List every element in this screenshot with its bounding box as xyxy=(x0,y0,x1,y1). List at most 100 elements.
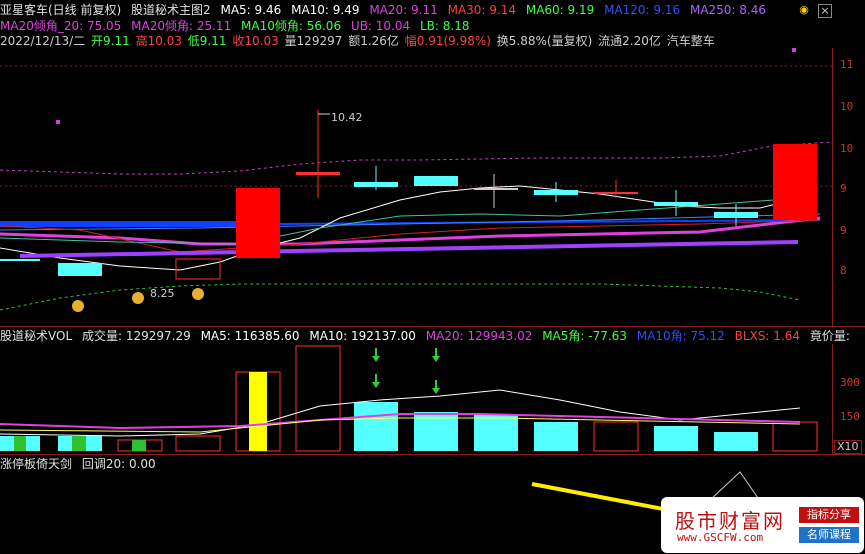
volume-bar xyxy=(354,402,398,451)
candle xyxy=(773,144,817,220)
quote-sector[interactable]: 汽车整车 xyxy=(667,34,715,48)
quote-date: 2022/12/13/二 xyxy=(0,34,86,48)
ma30-value: MA30: 9.14 xyxy=(447,3,517,17)
volume-bar xyxy=(714,432,758,451)
secondary-header: MA20倾角_20: 75.05 MA20倾角: 25.11 MA10倾角: 5… xyxy=(0,18,475,34)
volume-axis-line xyxy=(832,344,833,454)
main-header: 亚星客车(日线 前复权) 股道秘术主图2 MA5: 9.46 MA10: 9.4… xyxy=(0,2,772,18)
volume-header: 股道秘术VOL 成交量: 129297.29 MA5: 116385.60 MA… xyxy=(0,328,856,344)
down-arrow-icon xyxy=(432,380,440,394)
panel-divider xyxy=(0,326,865,327)
marker-dot xyxy=(56,120,60,124)
price-tick: 8 xyxy=(840,264,847,277)
volume-unit: X10 xyxy=(834,440,862,454)
lb-value: LB: 8.18 xyxy=(419,19,470,33)
settings-icon[interactable]: ◉ xyxy=(798,4,810,16)
ma20-value: MA20: 9.11 xyxy=(369,3,438,17)
vol-ma5: MA5: 116385.60 xyxy=(200,329,300,343)
vol-ma20-line xyxy=(0,413,801,430)
price-tick: 10 xyxy=(840,142,854,155)
volume-value: 成交量: 129297.29 xyxy=(81,329,191,343)
low-label: 8.25 xyxy=(150,287,175,300)
candle xyxy=(296,172,340,175)
candle xyxy=(58,263,102,276)
volume-bar xyxy=(474,414,518,451)
quote-open: 开9.11 xyxy=(91,34,130,48)
volume-panel-name[interactable]: 股道秘术VOL xyxy=(0,329,72,343)
quote-amount: 额1.26亿 xyxy=(348,34,399,48)
money-bag-icon xyxy=(192,288,204,300)
ub-value: UB: 10.04 xyxy=(350,19,411,33)
watermark: 股市财富网 www.GSCFW.com 指标分享 名师课程 xyxy=(661,497,864,553)
ma250-value: MA250: 8.46 xyxy=(689,3,767,17)
marker-dot xyxy=(792,48,796,52)
candle xyxy=(594,192,638,194)
watermark-tag: 名师课程 xyxy=(799,527,859,543)
volume-bar xyxy=(534,422,578,451)
quote-change: 幅0.91(9.98%) xyxy=(404,34,491,48)
volume-bar-inner xyxy=(14,436,26,451)
ma10-angle: MA10倾角: 56.06 xyxy=(241,19,342,33)
quote-row: 2022/12/13/二 开9.11 高10.03 低9.11 收10.03 量… xyxy=(0,33,721,49)
volume-bar xyxy=(175,435,221,452)
candle xyxy=(534,190,578,195)
price-tick: 11 xyxy=(840,58,854,71)
close-panel-icon[interactable]: × xyxy=(818,4,832,18)
candle xyxy=(714,212,758,218)
candle xyxy=(654,202,698,206)
volume-bar-inner xyxy=(72,436,86,451)
price-axis-line xyxy=(832,48,833,326)
ma5-value: MA5: 9.46 xyxy=(220,3,282,17)
ma20-slope: MA20倾角_20: 75.05 xyxy=(0,19,122,33)
candle xyxy=(354,182,398,187)
lower-band-line xyxy=(0,283,801,311)
indicator-name[interactable]: 股道秘术主图2 xyxy=(131,3,211,17)
volume-bar xyxy=(772,421,818,452)
down-arrow-icon xyxy=(372,348,380,362)
ma5-line xyxy=(0,185,801,271)
price-tick: 9 xyxy=(840,182,847,195)
vol-ma20: MA20: 129943.02 xyxy=(425,329,533,343)
volume-tick: 150 xyxy=(840,410,860,423)
volume-chart[interactable] xyxy=(0,344,832,454)
candle xyxy=(474,188,518,190)
volume-bar-inner xyxy=(249,372,267,451)
ma250-line xyxy=(19,240,799,258)
money-bag-icon xyxy=(72,300,84,312)
ma120-value: MA120: 9.16 xyxy=(604,3,681,17)
quote-close: 收10.03 xyxy=(232,34,279,48)
watermark-url: www.GSCFW.com xyxy=(677,531,764,544)
candle xyxy=(414,176,458,186)
vol-ma10-angle: MA10角: 75.12 xyxy=(636,329,725,343)
down-arrow-icon xyxy=(372,374,380,388)
upper-band-line xyxy=(0,141,832,175)
quote-low: 低9.11 xyxy=(187,34,227,48)
watermark-title: 股市财富网 xyxy=(675,509,785,533)
watermark-tag: 指标分享 xyxy=(799,507,859,523)
price-tick: 9 xyxy=(840,224,847,237)
volume-bar-inner xyxy=(132,440,146,451)
blxs-value: BLXS: 1.64 xyxy=(734,329,800,343)
ma20-angle: MA20倾角: 25.11 xyxy=(131,19,232,33)
volume-bar xyxy=(654,426,698,451)
candlestick-chart[interactable]: 10.42 8.25 xyxy=(0,48,832,326)
peak-line xyxy=(709,471,759,501)
candle xyxy=(236,188,280,258)
money-bag-icon xyxy=(132,292,144,304)
vol-ma5-angle: MA5角: -77.63 xyxy=(542,329,627,343)
auction-volume: 竟价量: xyxy=(809,329,850,343)
ma60-value: MA60: 9.19 xyxy=(525,3,595,17)
volume-bar xyxy=(593,421,639,452)
volume-bar xyxy=(295,345,341,452)
ma10-value: MA10: 9.49 xyxy=(291,3,360,17)
candle xyxy=(0,259,40,261)
quote-float: 流通2.20亿 xyxy=(598,34,661,48)
quote-turnover: 换5.88%(量复权) xyxy=(496,34,593,48)
down-arrow-icon xyxy=(432,348,440,362)
price-tick: 10 xyxy=(840,100,854,113)
quote-volume: 量129297 xyxy=(284,34,343,48)
volume-tick: 300 xyxy=(840,376,860,389)
quote-high: 高10.03 xyxy=(135,34,182,48)
high-label: 10.42 xyxy=(331,111,363,124)
stock-title[interactable]: 亚星客车(日线 前复权) xyxy=(0,3,121,17)
